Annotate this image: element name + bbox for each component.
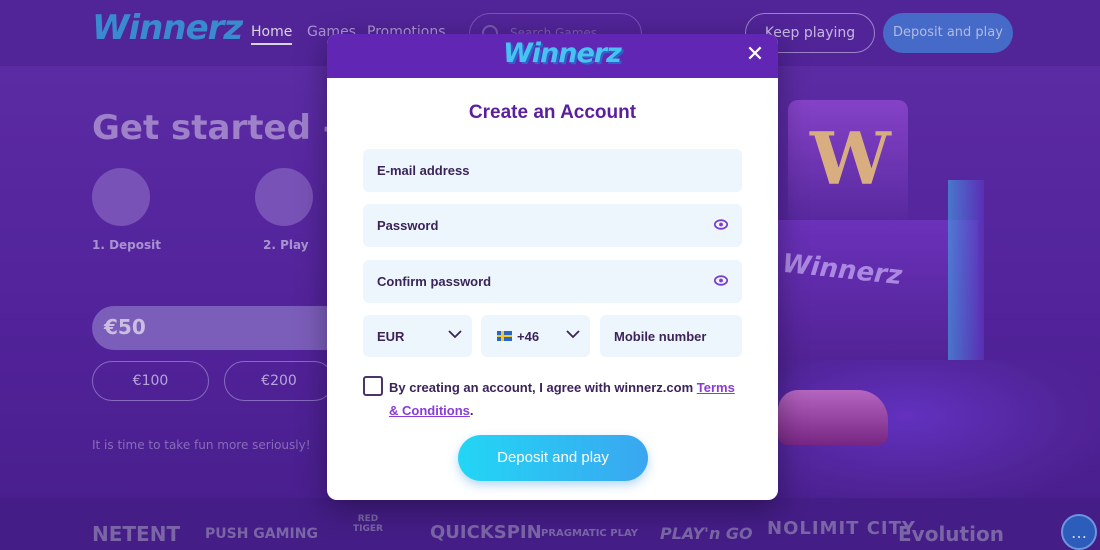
sweden-flag-icon bbox=[497, 331, 512, 341]
chevron-down-icon bbox=[566, 330, 580, 339]
terms-text: By creating an account, I agree with win… bbox=[389, 376, 739, 422]
terms-text-prefix: By creating an account, I agree with win… bbox=[389, 380, 697, 395]
phone-code-value: +46 bbox=[517, 329, 540, 344]
terms-text-end: . bbox=[469, 403, 474, 418]
eye-icon[interactable] bbox=[714, 275, 728, 286]
modal-logo: Winnerz bbox=[503, 38, 622, 69]
password-field[interactable]: Password bbox=[363, 204, 742, 247]
phone-code-select[interactable]: +46 bbox=[481, 315, 590, 357]
currency-select[interactable]: EUR bbox=[363, 315, 472, 357]
deposit-and-play-button[interactable]: Deposit and play bbox=[458, 435, 648, 481]
email-field[interactable]: E-mail address bbox=[363, 149, 742, 192]
password-label: Password bbox=[377, 218, 439, 233]
eye-icon[interactable] bbox=[714, 219, 728, 230]
email-label: E-mail address bbox=[377, 163, 470, 178]
confirm-password-label: Confirm password bbox=[377, 274, 492, 289]
chevron-down-icon bbox=[448, 330, 462, 339]
close-button[interactable]: ✕ bbox=[740, 40, 770, 70]
close-icon: ✕ bbox=[745, 42, 765, 67]
confirm-password-field[interactable]: Confirm password bbox=[363, 260, 742, 303]
currency-value: EUR bbox=[377, 329, 405, 344]
mobile-number-label: Mobile number bbox=[614, 329, 707, 344]
terms-checkbox[interactable] bbox=[363, 376, 383, 396]
mobile-number-field[interactable]: Mobile number bbox=[600, 315, 742, 357]
create-account-modal: Winnerz ✕ Create an Account E-mail addre… bbox=[327, 34, 778, 500]
modal-title: Create an Account bbox=[468, 102, 637, 123]
